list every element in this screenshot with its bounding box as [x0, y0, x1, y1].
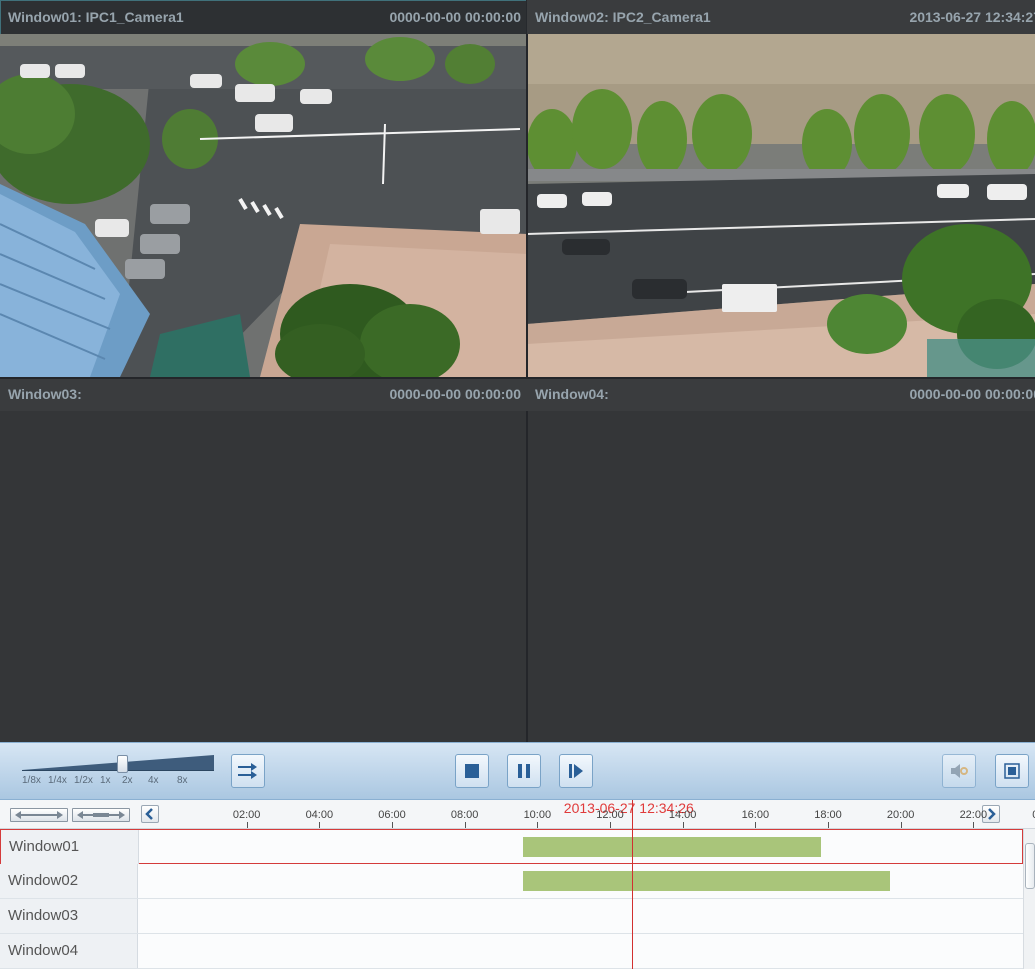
timeline-tick-label: 16:00 — [741, 809, 770, 821]
camera-feed-2 — [527, 34, 1035, 377]
timeline-tick-mark — [973, 822, 975, 828]
audio-icon — [951, 764, 968, 778]
playback-control-bar: 1/8x 1/4x 1/2x 1x 2x 4x 8x — [0, 742, 1035, 800]
video-window-3[interactable]: Window03: 0000-00-00 00:00:00 — [0, 377, 527, 742]
timeline-tick-label: 18:00 — [814, 809, 842, 821]
timeline-tick-label: 14:00 — [668, 809, 697, 821]
speed-option-3[interactable]: 1x — [100, 775, 111, 786]
window-3-title: Window03: — [8, 386, 82, 402]
timeline-row-label: Window01 — [1, 830, 139, 864]
step-forward-button[interactable] — [559, 754, 593, 788]
audio-button[interactable] — [942, 754, 976, 788]
window-4-title: Window04: — [535, 386, 609, 402]
window-4-titlebar: Window04: 0000-00-00 00:00:00 — [527, 377, 1035, 411]
timeline-tick-label: 02:00 — [232, 809, 261, 821]
timeline-tick-label: 08:00 — [450, 809, 479, 821]
timeline-tick-mark — [392, 822, 393, 828]
speed-option-6[interactable]: 8x — [177, 775, 188, 786]
zoom-out-control[interactable] — [10, 808, 68, 822]
video-grid: Window01: IPC1_Camera1 0000-00-00 00:00:… — [0, 0, 1035, 742]
timeline-row-label: Window02 — [0, 864, 138, 898]
camera-1-image — [0, 34, 527, 377]
chevron-left-icon — [145, 808, 153, 820]
timeline-tick-label: 12:00 — [596, 809, 624, 821]
speed-option-4[interactable]: 2x — [122, 775, 133, 786]
timeline-tick-label: 06:00 — [378, 809, 406, 821]
pause-icon — [518, 764, 530, 778]
playback-app: Window01: IPC1_Camera1 0000-00-00 00:00:… — [0, 0, 1035, 969]
sync-playback-icon — [238, 763, 257, 779]
speed-option-1[interactable]: 1/4x — [48, 775, 67, 786]
recording-segment[interactable] — [522, 837, 821, 857]
timeline-header: 2013-06-27 12:34:26 02:00 04:00 06:00 08:00… — [0, 800, 1035, 829]
timeline-row-label: Window03 — [0, 899, 138, 933]
video-window-4[interactable]: Window04: 0000-00-00 00:00:00 — [527, 377, 1035, 742]
fullscreen-icon — [1004, 763, 1020, 779]
camera-feed-3 — [0, 411, 527, 742]
grid-divider-vertical — [526, 0, 528, 742]
speed-option-2[interactable]: 1/2x — [74, 775, 93, 786]
speed-option-0[interactable]: 1/8x — [22, 775, 41, 786]
timeline-tick-mark — [319, 822, 321, 828]
window-1-timestamp: 0000-00-00 00:00:00 — [389, 9, 521, 25]
timeline-row-label: Window04 — [0, 934, 138, 968]
window-3-titlebar: Window03: 0000-00-00 00:00:00 — [0, 377, 527, 411]
recording-segment[interactable] — [522, 871, 890, 891]
timeline-row-4[interactable]: Window04 — [0, 934, 1023, 969]
grid-divider-horizontal — [0, 377, 1035, 379]
zoom-in-control[interactable] — [72, 808, 130, 822]
timeline-row-3[interactable]: Window03 — [0, 899, 1023, 934]
sync-playback-button[interactable] — [231, 754, 265, 788]
window-2-titlebar: Window02: IPC2_Camera1 2013-06-27 12:34:… — [527, 0, 1035, 34]
timeline-tick-mark — [755, 822, 757, 828]
timeline-tick-mark — [610, 822, 611, 828]
stop-icon — [465, 764, 479, 778]
timeline-panel: 2013-06-27 12:34:26 02:00 04:00 06:00 08:00… — [0, 800, 1035, 969]
speed-option-5[interactable]: 4x — [148, 775, 159, 786]
timeline-cursor[interactable] — [631, 800, 633, 969]
window-3-timestamp: 0000-00-00 00:00:00 — [389, 386, 521, 402]
timeline-row-2[interactable]: Window02 — [0, 864, 1023, 899]
timeline-tick-mark — [828, 822, 829, 828]
timeline-scrollbar[interactable] — [1023, 829, 1035, 969]
timeline-row-1[interactable]: Window01 — [0, 829, 1023, 864]
timeline-tick-label: 22:00 — [959, 809, 988, 821]
timeline-tick-label: 20:00 — [886, 809, 915, 821]
pause-button[interactable] — [507, 754, 541, 788]
timeline-rows: Window01 Window02 Window03 Window04 — [0, 829, 1023, 969]
timeline-tick-mark — [246, 822, 248, 828]
window-1-titlebar: Window01: IPC1_Camera1 0000-00-00 00:00:… — [0, 0, 527, 34]
camera-feed-4 — [527, 411, 1035, 742]
speed-slider-handle[interactable] — [117, 755, 128, 773]
timeline-tick-mark — [537, 822, 539, 828]
zoom-out-icon — [15, 811, 63, 819]
window-2-timestamp: 2013-06-27 12:34:27 — [909, 9, 1035, 25]
video-window-2[interactable]: Window02: IPC2_Camera1 2013-06-27 12:34:… — [527, 0, 1035, 377]
timeline-prev-button[interactable] — [141, 805, 159, 823]
timeline-tick-label: 10:00 — [523, 809, 552, 821]
video-window-1[interactable]: Window01: IPC1_Camera1 0000-00-00 00:00:… — [0, 0, 527, 377]
timeline-tick-label: 04:00 — [305, 809, 334, 821]
timeline-tick-mark — [464, 822, 466, 828]
timeline-tick-mark — [682, 822, 684, 828]
zoom-in-icon — [77, 811, 125, 819]
stop-button[interactable] — [455, 754, 489, 788]
fullscreen-button[interactable] — [995, 754, 1029, 788]
camera-2-image — [527, 34, 1035, 377]
camera-feed-1 — [0, 34, 527, 377]
window-1-title: Window01: IPC1_Camera1 — [8, 9, 184, 25]
timeline-scrollbar-thumb[interactable] — [1025, 843, 1035, 889]
window-4-timestamp: 0000-00-00 00:00:00 — [909, 386, 1035, 402]
timeline-tick-mark — [900, 822, 902, 828]
window-2-title: Window02: IPC2_Camera1 — [535, 9, 711, 25]
step-forward-icon — [569, 764, 583, 778]
